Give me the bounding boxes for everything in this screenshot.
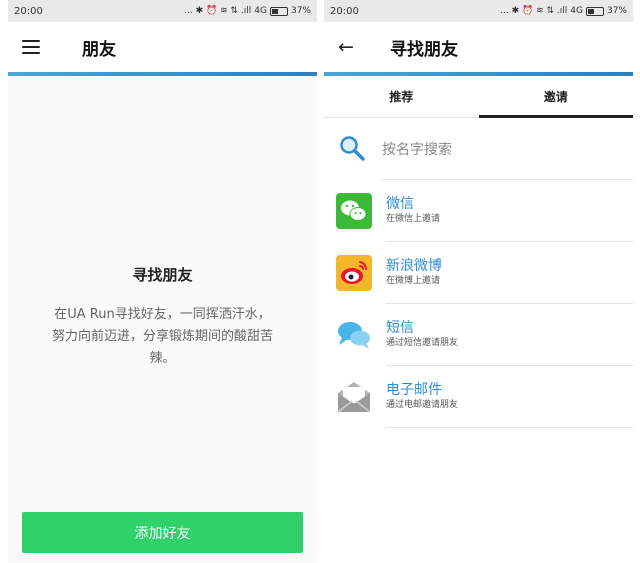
app-bar: 朋友	[8, 22, 317, 72]
search-icon	[340, 136, 365, 161]
share-option-name: 电子邮件	[386, 382, 442, 398]
share-option-text: 新浪微博 在微博上邀请	[386, 242, 633, 304]
weibo-icon	[336, 255, 372, 291]
page-title: 寻找朋友	[390, 39, 458, 60]
status-indicator-icons: ... ✱ ⏰ ≋ ⇅ .ıll	[500, 6, 568, 16]
search-row[interactable]: 按名字搜索	[340, 118, 633, 180]
app-bar: ← 寻找朋友	[324, 22, 633, 72]
share-option-email[interactable]: 电子邮件 通过电邮邀请朋友	[324, 366, 633, 428]
share-option-name: 短信	[386, 320, 414, 336]
status-icons: ... ✱ ⏰ ≋ ⇅ .ıll 4G 37%	[184, 6, 311, 16]
status-time: 20:00	[330, 5, 359, 17]
share-option-text: 电子邮件 通过电邮邀请朋友	[386, 366, 633, 428]
tab-invite[interactable]: 邀请	[478, 76, 634, 118]
network-type: 4G	[570, 6, 583, 16]
share-option-subtitle: 在微博上邀请	[386, 276, 441, 286]
back-arrow-icon[interactable]: ←	[338, 36, 356, 58]
share-option-wechat[interactable]: 微信 在微信上邀请	[324, 180, 633, 242]
share-option-name: 新浪微博	[386, 258, 442, 274]
share-option-subtitle: 通过短信邀请朋友	[386, 338, 459, 348]
page-title: 朋友	[82, 39, 116, 60]
share-option-name: 微信	[386, 196, 414, 212]
network-type: 4G	[254, 6, 267, 16]
status-bar: 20:00 ... ✱ ⏰ ≋ ⇅ .ıll 4G 37%	[8, 0, 317, 22]
wechat-icon	[336, 193, 372, 229]
friends-screen: 20:00 ... ✱ ⏰ ≋ ⇅ .ıll 4G 37% 朋友 寻找朋友 在U…	[8, 0, 317, 563]
tab-bar: 推荐 邀请	[324, 76, 633, 118]
empty-state-title: 寻找朋友	[132, 266, 193, 284]
share-option-sms[interactable]: 短信 通过短信邀请朋友	[324, 304, 633, 366]
share-option-text: 微信 在微信上邀请	[386, 180, 633, 242]
status-icons: ... ✱ ⏰ ≋ ⇅ .ıll 4G 37%	[500, 6, 627, 16]
share-option-weibo[interactable]: 新浪微博 在微博上邀请	[324, 242, 633, 304]
search-input[interactable]: 按名字搜索	[382, 139, 452, 159]
sms-icon	[338, 322, 370, 349]
tab-recommended[interactable]: 推荐	[324, 76, 479, 117]
status-bar: 20:00 ... ✱ ⏰ ≋ ⇅ .ıll 4G 37%	[324, 0, 633, 22]
add-friend-button[interactable]: 添加好友	[22, 512, 303, 553]
battery-percent: 37%	[290, 6, 311, 16]
menu-icon[interactable]	[22, 40, 40, 54]
empty-state-description: 在UA Run寻找好友，一同挥洒汗水，努力向前迈进，分享锻炼期间的酸甜苦辣。	[51, 307, 273, 366]
share-option-subtitle: 在微信上邀请	[386, 214, 441, 224]
battery-icon	[585, 6, 604, 16]
status-indicator-icons: ... ✱ ⏰ ≋ ⇅ .ıll	[184, 6, 252, 16]
status-time: 20:00	[14, 5, 43, 17]
battery-percent: 37%	[606, 6, 627, 16]
share-option-subtitle: 通过电邮邀请朋友	[386, 400, 459, 410]
empty-state: 寻找朋友 在UA Run寻找好友，一同挥洒汗水，努力向前迈进，分享锻炼期间的酸甜…	[8, 76, 317, 563]
share-option-text: 短信 通过短信邀请朋友	[386, 304, 633, 366]
email-icon	[337, 382, 371, 413]
battery-icon	[269, 6, 288, 16]
find-friends-screen: 20:00 ... ✱ ⏰ ≋ ⇅ .ıll 4G 37% ← 寻找朋友 推荐 …	[324, 0, 633, 563]
